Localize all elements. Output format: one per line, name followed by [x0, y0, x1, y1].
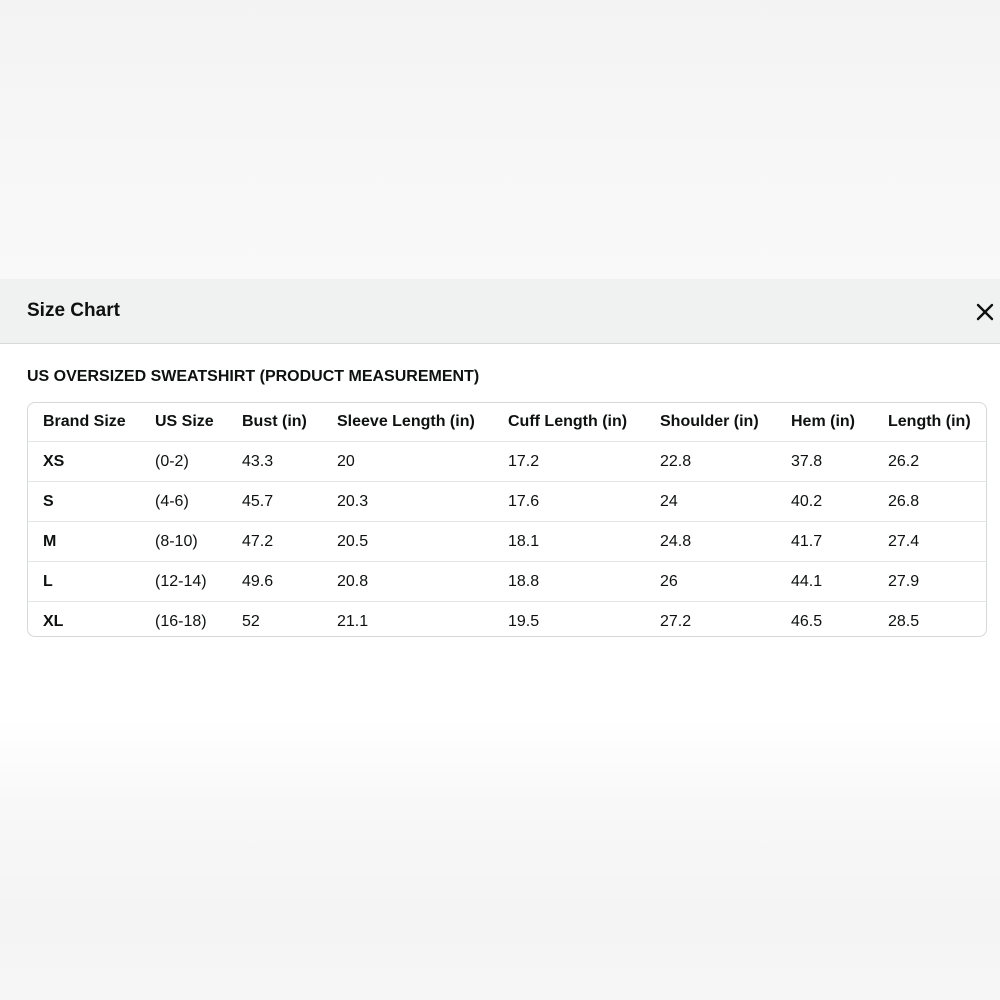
- table-cell-brand-size: XS: [28, 441, 140, 482]
- table-cell-bust: 49.6: [227, 561, 322, 602]
- table-row: XS (0-2) 43.3 20 17.2 22.8 37.8 26.2: [28, 441, 986, 482]
- table-cell-sleeve-length: 21.1: [337, 613, 369, 630]
- table-cell-sleeve-length: 20.5: [322, 521, 493, 562]
- column-header-cuff-length: Cuff Length (in): [493, 403, 645, 442]
- column-header-length: Length (in): [873, 403, 986, 442]
- table-cell-cuff-length: 18.1: [493, 521, 645, 562]
- table-cell-hem: 44.1: [776, 561, 873, 602]
- table-cell-cuff-length: 17.2: [493, 441, 645, 482]
- close-icon: [976, 303, 994, 321]
- table-row: S (4-6) 45.7 20.3 17.6 24 40.2 26.8: [28, 481, 986, 522]
- table-cell-cuff-length: 18.8: [493, 561, 645, 602]
- column-header-bust: Bust (in): [227, 403, 322, 442]
- section-heading: US OVERSIZED SWEATSHIRT (PRODUCT MEASURE…: [27, 368, 480, 385]
- table-row: XL (16-18) 52 21.1 19.5 27.2 46.5 28.5: [28, 602, 986, 637]
- table-cell-shoulder: 22.8: [645, 441, 776, 482]
- table-cell-bust: 47.2: [227, 521, 322, 562]
- table-cell-hem: 37.8: [776, 441, 873, 482]
- column-header-us-size: US Size: [140, 403, 227, 442]
- table-cell-us-size: (4-6): [140, 481, 227, 522]
- table-cell-us-size: (12-14): [140, 561, 227, 602]
- table-row: L (12-14) 49.6 20.8 18.8 26 44.1 27.9: [28, 561, 986, 602]
- table-cell-length: 28.5: [888, 613, 920, 630]
- column-header-shoulder: Shoulder (in): [645, 403, 776, 442]
- table-cell-length: 26.8: [873, 481, 986, 522]
- table-cell-us-size: (8-10): [140, 521, 227, 562]
- table-cell-hem: 46.5: [791, 613, 823, 630]
- table-cell-brand-size: S: [28, 481, 140, 522]
- size-chart-modal: Size Chart US OVERSIZED SWEATSHIRT (PROD…: [0, 279, 1000, 720]
- table-cell-bust: 43.3: [227, 441, 322, 482]
- table-cell-sleeve-length: 20.3: [322, 481, 493, 522]
- table-cell-shoulder: 26: [645, 561, 776, 602]
- table-cell-hem: 41.7: [776, 521, 873, 562]
- table-cell-bust: 52: [242, 613, 260, 630]
- table-header-row: Brand Size US Size Bust (in) Sleeve Leng…: [28, 403, 986, 442]
- table-cell-length: 26.2: [873, 441, 986, 482]
- table-cell-bust: 45.7: [227, 481, 322, 522]
- table-cell-sleeve-length: 20: [322, 441, 493, 482]
- table-cell-us-size: (16-18): [155, 613, 207, 630]
- size-table: Brand Size US Size Bust (in) Sleeve Leng…: [27, 402, 987, 637]
- table-cell-cuff-length: 19.5: [508, 613, 540, 630]
- column-header-hem: Hem (in): [776, 403, 873, 442]
- table-cell-cuff-length: 17.6: [493, 481, 645, 522]
- table-cell-brand-size: XL: [43, 613, 64, 630]
- table-cell-shoulder: 27.2: [660, 613, 692, 630]
- modal-header: Size Chart: [0, 279, 1000, 344]
- table-cell-length: 27.9: [873, 561, 986, 602]
- modal-title: Size Chart: [27, 300, 120, 321]
- table-cell-hem: 40.2: [776, 481, 873, 522]
- table-cell-sleeve-length: 20.8: [322, 561, 493, 602]
- table-cell-length: 27.4: [873, 521, 986, 562]
- page-backdrop-top: [0, 0, 1000, 279]
- column-header-brand-size: Brand Size: [28, 403, 140, 442]
- column-header-sleeve-length: Sleeve Length (in): [322, 403, 493, 442]
- table-row: M (8-10) 47.2 20.5 18.1 24.8 41.7 27.4: [28, 521, 986, 562]
- page-backdrop-bottom: [0, 720, 1000, 1000]
- table-cell-us-size: (0-2): [140, 441, 227, 482]
- close-button[interactable]: [972, 299, 998, 325]
- table-cell-brand-size: L: [28, 561, 140, 602]
- table-cell-shoulder: 24.8: [645, 521, 776, 562]
- table-cell-brand-size: M: [28, 521, 140, 562]
- table-cell-shoulder: 24: [645, 481, 776, 522]
